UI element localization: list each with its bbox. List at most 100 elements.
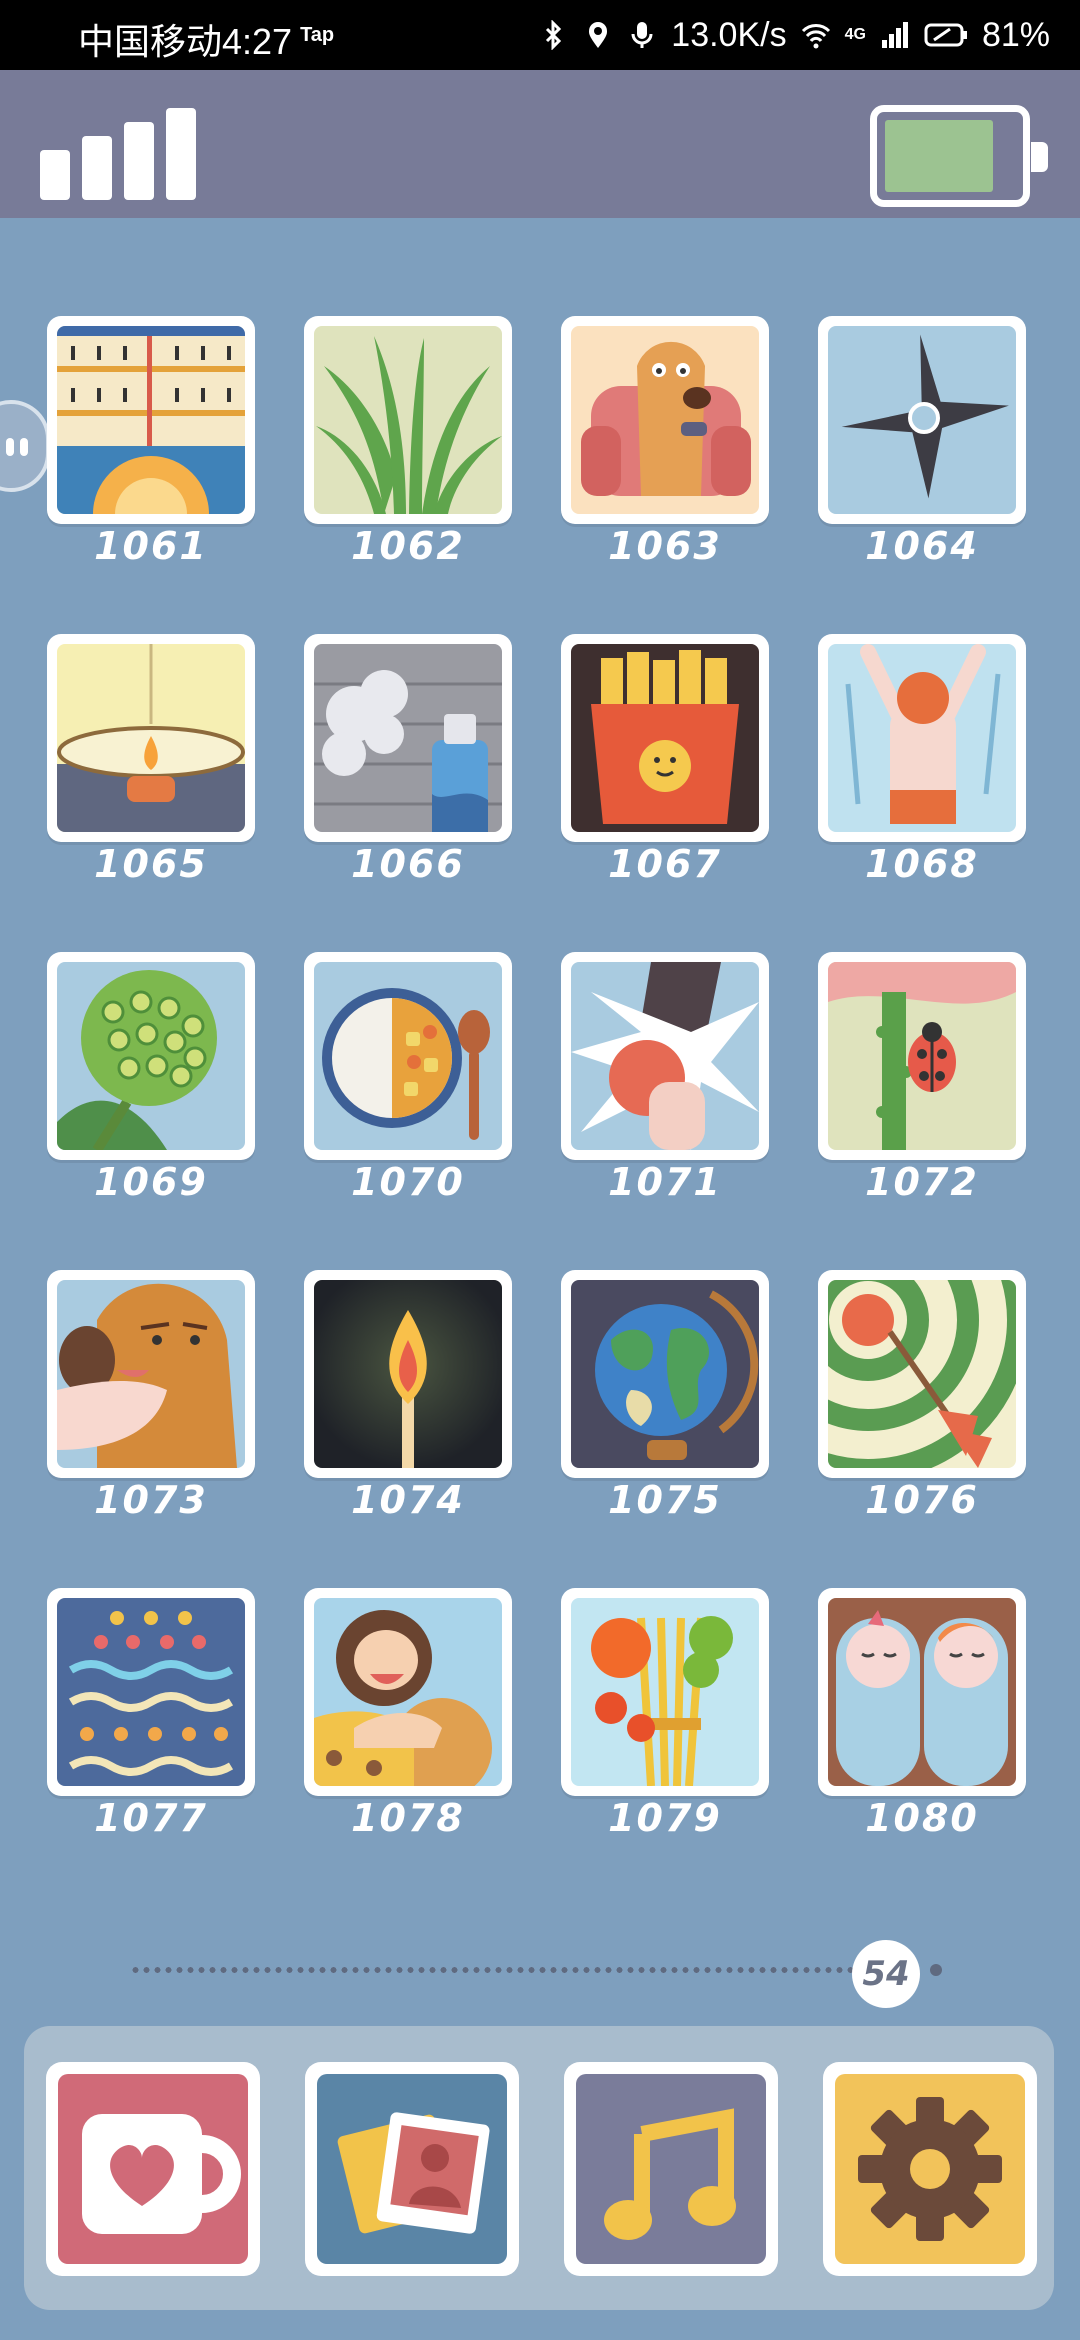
photos-app-button[interactable] — [305, 2062, 519, 2276]
status-icons: 13.0K/s 4G 81% — [539, 10, 1050, 60]
network-speed: 13.0K/s — [671, 16, 787, 54]
carrier-time: 中国移动4:27 Tap — [78, 10, 334, 67]
level-tile-1064[interactable]: 1064 — [818, 316, 1032, 568]
mic-icon — [631, 22, 653, 48]
candle-bowl-icon — [57, 644, 245, 832]
cell-signal-icon — [881, 22, 908, 48]
level-tile-1077[interactable]: 1077 — [47, 1588, 261, 1840]
level-thumbnail — [818, 1270, 1026, 1478]
location-icon — [589, 22, 608, 48]
french-fries-icon — [571, 644, 759, 832]
level-thumbnail — [561, 316, 769, 524]
level-tile-1078[interactable]: 1078 — [304, 1588, 518, 1840]
level-tile-1070[interactable]: 1070 — [304, 952, 518, 1204]
level-number: 1080 — [865, 1796, 979, 1840]
level-tile-1072[interactable]: 1072 — [818, 952, 1032, 1204]
lotus-pod-icon — [57, 962, 245, 1150]
battery-percent: 81% — [981, 16, 1050, 54]
page-dots — [130, 1967, 870, 1973]
level-tile-1079[interactable]: 1079 — [561, 1588, 775, 1840]
settings-app-button[interactable] — [823, 2062, 1037, 2276]
music-app-button[interactable] — [564, 2062, 778, 2276]
level-tile-1069[interactable]: 1069 — [47, 952, 261, 1204]
level-number: 1073 — [94, 1478, 208, 1522]
level-tile-1080[interactable]: 1080 — [818, 1588, 1032, 1840]
level-tile-1061[interactable]: 1061 — [47, 316, 261, 568]
gear-icon — [858, 2097, 1002, 2241]
level-thumbnail — [304, 1588, 512, 1796]
page-indicator[interactable]: 54 — [130, 1940, 950, 2008]
level-number: 1069 — [94, 1160, 208, 1204]
page-dot-end — [930, 1964, 942, 1976]
status-bar: 中国移动4:27 Tap 13.0K/s 4G 81% — [0, 0, 1080, 70]
level-thumbnail — [561, 1588, 769, 1796]
level-tile-1076[interactable]: 1076 — [818, 1270, 1032, 1522]
level-tile-1068[interactable]: 1068 — [818, 634, 1032, 886]
tap-badge: Tap — [300, 24, 335, 46]
thermometer-sunrise-icon — [57, 326, 245, 514]
current-page-badge: 54 — [852, 1940, 920, 2008]
level-thumbnail — [47, 634, 255, 842]
network-type: 4G — [844, 26, 866, 43]
level-number: 1075 — [608, 1478, 722, 1522]
level-tile-1071[interactable]: 1071 — [561, 952, 775, 1204]
cake-layers-icon — [57, 1598, 245, 1786]
bottom-dock — [24, 2026, 1054, 2310]
heart-cup-icon — [82, 2114, 241, 2234]
swimmer-icon — [828, 644, 1016, 832]
level-thumbnail — [561, 952, 769, 1160]
level-number: 1074 — [351, 1478, 465, 1522]
level-thumbnail — [304, 316, 512, 524]
dog-on-couch-icon — [571, 326, 759, 514]
level-thumbnail — [818, 316, 1026, 524]
photo-stack-icon — [337, 2112, 490, 2234]
level-number: 1064 — [865, 524, 979, 568]
signal-bars-icon — [40, 108, 200, 200]
level-thumbnail — [47, 952, 255, 1160]
wifi-icon — [801, 24, 830, 49]
level-tile-1073[interactable]: 1073 — [47, 1270, 261, 1522]
curry-rice-icon — [314, 962, 502, 1150]
level-number: 1076 — [865, 1478, 979, 1522]
level-thumbnail — [818, 952, 1026, 1160]
shuriken-icon — [828, 326, 1016, 514]
level-number: 1071 — [608, 1160, 722, 1204]
twin-babies-icon — [828, 1598, 1016, 1786]
level-tile-1075[interactable]: 1075 — [561, 1270, 775, 1522]
carrier-time-text: 中国移动4:27 — [78, 21, 293, 62]
level-thumbnail — [47, 1588, 255, 1796]
battery-icon — [870, 105, 1048, 207]
level-number: 1066 — [351, 842, 465, 886]
favorites-app-button[interactable] — [46, 2062, 260, 2276]
ladybug-icon — [828, 962, 1016, 1150]
level-number: 1063 — [608, 524, 722, 568]
level-number: 1067 — [608, 842, 722, 886]
level-tile-1063[interactable]: 1063 — [561, 316, 775, 568]
level-number: 1061 — [94, 524, 208, 568]
level-thumbnail — [561, 634, 769, 842]
level-tile-1062[interactable]: 1062 — [304, 316, 518, 568]
floating-side-handle[interactable] — [0, 400, 50, 492]
level-tile-1066[interactable]: 1066 — [304, 634, 518, 886]
globe-icon — [571, 1280, 759, 1468]
level-tile-1067[interactable]: 1067 — [561, 634, 775, 886]
music-note-icon — [604, 2108, 736, 2240]
level-number: 1068 — [865, 842, 979, 886]
match-flame-icon — [314, 1280, 502, 1468]
level-number: 1078 — [351, 1796, 465, 1840]
level-number: 1079 — [608, 1796, 722, 1840]
level-thumbnail — [47, 1270, 255, 1478]
punch-icon — [571, 962, 759, 1150]
level-tile-1074[interactable]: 1074 — [304, 1270, 518, 1522]
level-number: 1070 — [351, 1160, 465, 1204]
spray-can-icon — [314, 644, 502, 832]
level-number: 1065 — [94, 842, 208, 886]
level-number: 1072 — [865, 1160, 979, 1204]
bluetooth-icon — [546, 20, 562, 50]
level-thumbnail — [818, 634, 1026, 842]
dart-target-icon — [828, 1280, 1016, 1468]
level-thumbnail — [561, 1270, 769, 1478]
level-tile-1065[interactable]: 1065 — [47, 634, 261, 886]
sick-potato-icon — [57, 1280, 245, 1468]
level-number: 1077 — [94, 1796, 208, 1840]
